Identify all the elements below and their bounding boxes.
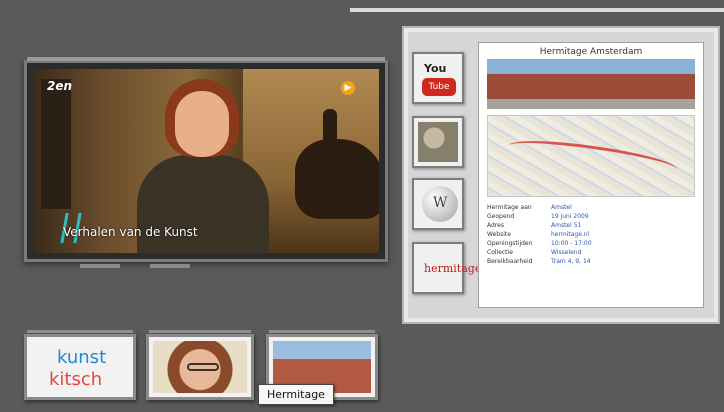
tooltip: Hermitage (258, 384, 334, 405)
youtube-button[interactable]: You Tube (412, 52, 464, 104)
info-row: Geopend 19 juni 2009 (487, 212, 697, 221)
thumb-bar (149, 330, 251, 333)
presenter-face (175, 91, 229, 157)
info-value[interactable]: Amstel 51 (551, 221, 697, 230)
info-key: Bereikbaarheid (487, 258, 533, 265)
info-page[interactable]: Hermitage Amsterdam Hermitage aan Amstel … (478, 42, 704, 308)
info-rows: Hermitage aan Amstel Geopend 19 juni 2009 … (487, 203, 697, 266)
info-row: Collectie Wisselend (487, 248, 697, 257)
info-key: Website (487, 231, 511, 238)
info-value[interactable]: Wisselend (551, 248, 697, 257)
info-value[interactable]: hermitage.nl (551, 230, 697, 239)
thumb-bar (269, 330, 375, 333)
kitsch-label: kitsch (49, 369, 103, 390)
wikipedia-button[interactable] (412, 178, 464, 230)
info-panel: You Tube hermitage Hermitage Amsterdam H… (402, 26, 720, 324)
kunst-label: kunst (57, 347, 107, 368)
info-value[interactable]: Amstel (551, 203, 697, 212)
thumb-bar (27, 330, 133, 333)
info-value[interactable]: 10:00 - 17:00 (551, 239, 697, 248)
video-player[interactable]: 2en ▶ Verhalen van de Kunst (24, 57, 388, 262)
info-value[interactable]: 19 juni 2009 (551, 212, 697, 221)
info-key: Openingstijden (487, 240, 533, 247)
channel-logo: 2en (47, 79, 73, 93)
horse-statue (295, 139, 379, 219)
info-row: Website hermitage.nl (487, 230, 697, 239)
caption-dots (93, 245, 168, 253)
video-caption: Verhalen van de Kunst (63, 225, 198, 239)
youtube-icon-top: You (424, 62, 447, 75)
info-map[interactable] (487, 115, 695, 197)
info-row: Adres Amstel 51 (487, 221, 697, 230)
hermitage-logo-icon: hermitage (424, 262, 482, 275)
video-title-bar (27, 57, 385, 61)
map-icon (418, 122, 458, 162)
info-key: Geopend (487, 213, 515, 220)
info-title: Hermitage Amsterdam (539, 47, 643, 57)
video-shadow-bar (80, 264, 120, 268)
video-shadow-bar (150, 264, 190, 268)
thumb-kunst-kitsch[interactable]: kunst kitsch (24, 330, 136, 400)
wall-painting (41, 79, 71, 209)
building-photo (487, 59, 695, 109)
info-row: Openingstijden 10:00 - 17:00 (487, 239, 697, 248)
play-icon[interactable]: ▶ (341, 81, 355, 95)
info-key: Adres (487, 222, 504, 229)
info-key: Collectie (487, 249, 513, 256)
info-key: Hermitage aan (487, 204, 532, 211)
info-row: Hermitage aan Amstel (487, 203, 697, 212)
top-divider (350, 8, 724, 12)
video-frame-image: 2en ▶ Verhalen van de Kunst (33, 69, 379, 253)
info-row: Bereikbaarheid Tram 4, 9, 14 (487, 257, 697, 266)
thumb-presenter[interactable] (146, 330, 254, 400)
youtube-icon: Tube (422, 78, 456, 96)
glasses-icon (187, 363, 219, 371)
hermitage-button[interactable]: hermitage (412, 242, 481, 294)
wikipedia-icon (422, 186, 458, 222)
map-button[interactable] (412, 116, 464, 168)
info-value[interactable]: Tram 4, 9, 14 (551, 257, 697, 266)
